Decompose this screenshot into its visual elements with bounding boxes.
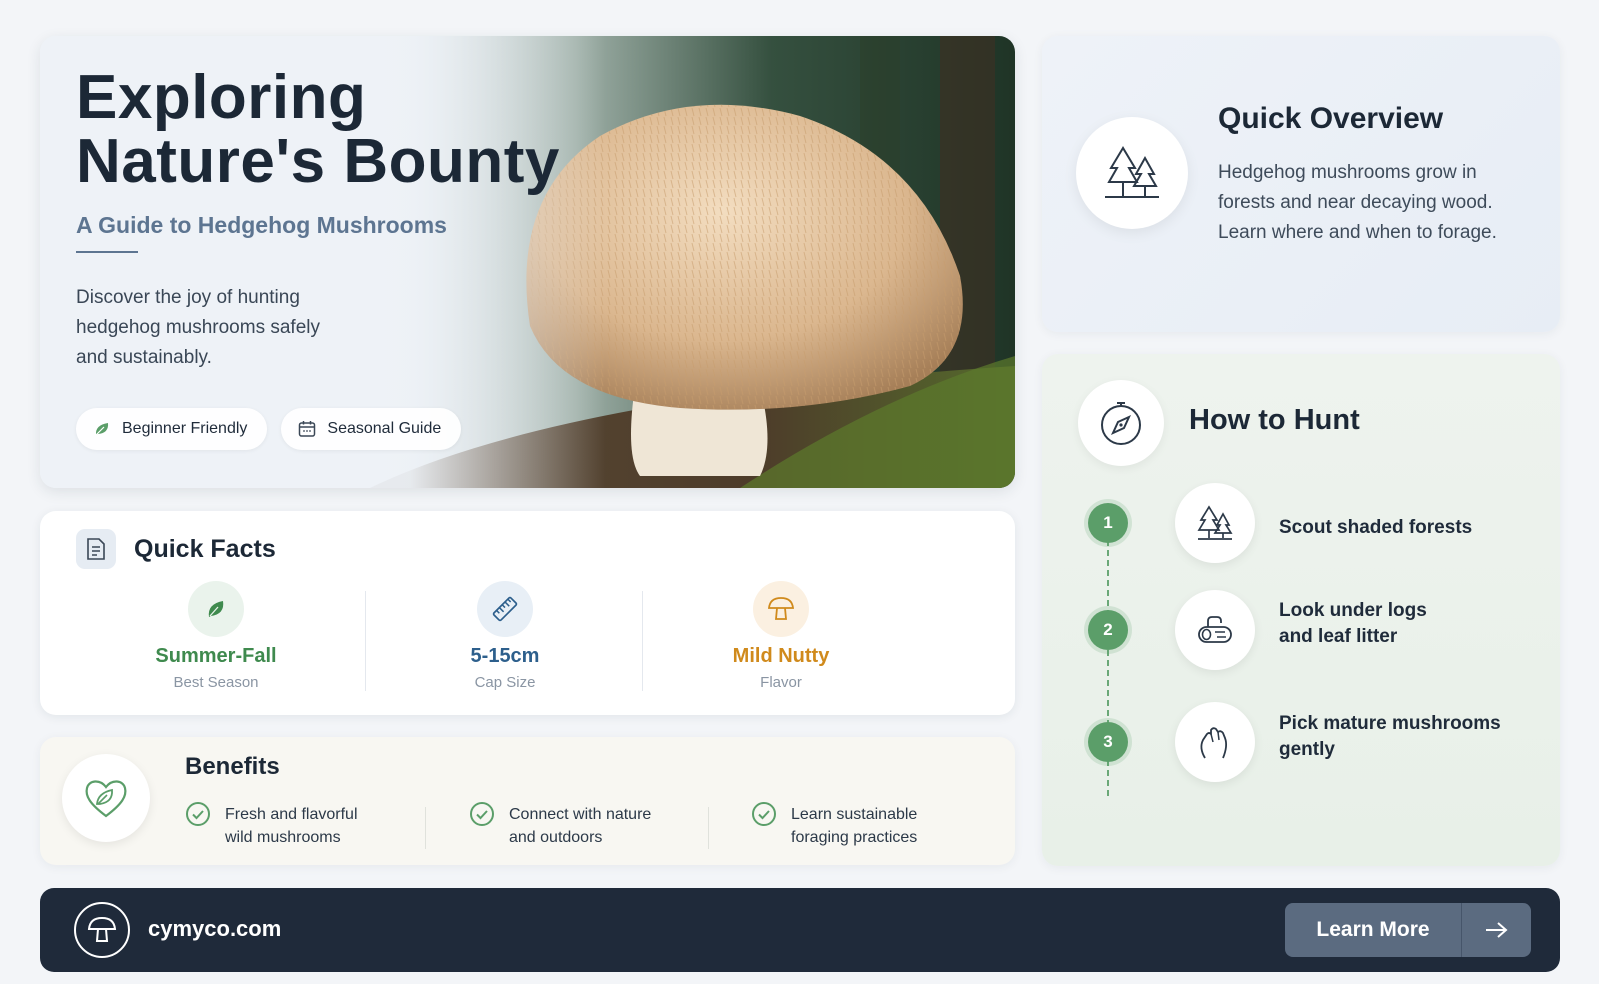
hunt-title: How to Hunt [1189, 404, 1360, 436]
site-link[interactable]: cymyco.com [148, 916, 281, 942]
fact-best-season: Summer-Fall Best Season [96, 581, 336, 691]
check-circle-icon [752, 802, 776, 826]
benefits-title: Benefits [185, 753, 280, 780]
benefit-line-2: and outdoors [509, 829, 603, 846]
fact-cap-size: 5-15cm Cap Size [385, 581, 625, 691]
trees-icon [1076, 117, 1188, 229]
footer-bar: cymyco.com Learn More [40, 888, 1560, 972]
step-number-2: 2 [1088, 610, 1128, 650]
hero-tags: Beginner Friendly Seasonal Guide [76, 408, 462, 450]
leaf-icon [188, 581, 244, 637]
title-line-1: Exploring [76, 63, 367, 132]
benefit-line-1: Learn sustainable [791, 806, 918, 823]
benefit-item: Fresh and flavorful wild mushrooms [185, 802, 358, 849]
benefit-line-1: Fresh and flavorful [225, 806, 358, 823]
trees-icon [1175, 483, 1255, 563]
quick-overview-card: Quick Overview Hedgehog mushrooms grow i… [1042, 36, 1560, 332]
step-line-1: Pick mature mushrooms [1279, 713, 1501, 734]
fact-label: Best Season [173, 674, 259, 691]
page-title: Exploring Nature's Bounty [76, 66, 596, 194]
mushroom-icon [74, 902, 130, 958]
step-number-1: 1 [1088, 503, 1128, 543]
benefits-card: Benefits Fresh and flavorful wild mushroo… [40, 737, 1015, 865]
overview-title: Quick Overview [1218, 102, 1444, 135]
benefit-divider [708, 807, 709, 849]
step-text-1: Scout shaded forests [1279, 515, 1529, 541]
arrow-right-icon [1462, 920, 1531, 940]
compass-icon [1078, 380, 1164, 466]
step-line-2: and leaf litter [1279, 626, 1398, 647]
quick-facts-card: Quick Facts Summer-Fall Best Season 5-15… [40, 511, 1015, 715]
step-line-1: Look under logs [1279, 600, 1427, 621]
benefit-divider [425, 807, 426, 849]
hand-icon [1175, 702, 1255, 782]
tag-label: Seasonal Guide [327, 420, 442, 437]
fact-label: Flavor [760, 674, 802, 691]
step-text-3: Pick mature mushrooms gently [1279, 711, 1529, 763]
fact-flavor: Mild Nutty Flavor [661, 581, 901, 691]
calendar-icon [299, 421, 316, 437]
benefit-line-1: Connect with nature [509, 806, 652, 823]
fact-value: Mild Nutty [732, 645, 830, 667]
leaf-icon [95, 423, 109, 436]
fact-value: 5-15cm [470, 645, 540, 667]
tag-beginner-friendly[interactable]: Beginner Friendly [76, 408, 268, 450]
heart-leaf-icon [62, 754, 150, 842]
fact-label: Cap Size [474, 674, 536, 691]
benefit-line-2: foraging practices [791, 829, 918, 846]
document-icon [76, 529, 116, 569]
check-circle-icon [186, 802, 210, 826]
subtitle-divider [76, 251, 138, 253]
fact-divider [365, 591, 366, 691]
hero-card: Exploring Nature's Bounty A Guide to Hed… [40, 36, 1015, 488]
check-circle-icon [470, 802, 494, 826]
step-line-1: Scout shaded forests [1279, 517, 1473, 538]
step-line-2: gently [1279, 739, 1335, 760]
fact-value: Summer-Fall [155, 645, 277, 667]
fact-divider [642, 591, 643, 691]
learn-more-label: Learn More [1316, 918, 1430, 941]
log-icon [1175, 590, 1255, 670]
page-subtitle: A Guide to Hedgehog Mushrooms [76, 212, 447, 238]
quick-facts-title: Quick Facts [134, 534, 276, 563]
mushroom-icon [753, 581, 809, 637]
benefit-item: Learn sustainable foraging practices [751, 802, 918, 849]
tag-label: Beginner Friendly [122, 420, 248, 437]
overview-text: Hedgehog mushrooms grow in forests and n… [1218, 162, 1497, 243]
title-line-2: Nature's Bounty [76, 127, 560, 196]
hero-description: Discover the joy of hunting hedgehog mus… [76, 287, 320, 368]
benefit-line-2: wild mushrooms [225, 829, 341, 846]
ruler-icon [477, 581, 533, 637]
how-to-hunt-card: How to Hunt 1 Scout shaded forests 2 Loo… [1042, 354, 1560, 866]
learn-more-button[interactable]: Learn More [1285, 903, 1531, 957]
step-number-3: 3 [1088, 722, 1128, 762]
step-text-2: Look under logs and leaf litter [1279, 598, 1529, 650]
benefit-item: Connect with nature and outdoors [469, 802, 652, 849]
tag-seasonal-guide[interactable]: Seasonal Guide [281, 408, 462, 450]
